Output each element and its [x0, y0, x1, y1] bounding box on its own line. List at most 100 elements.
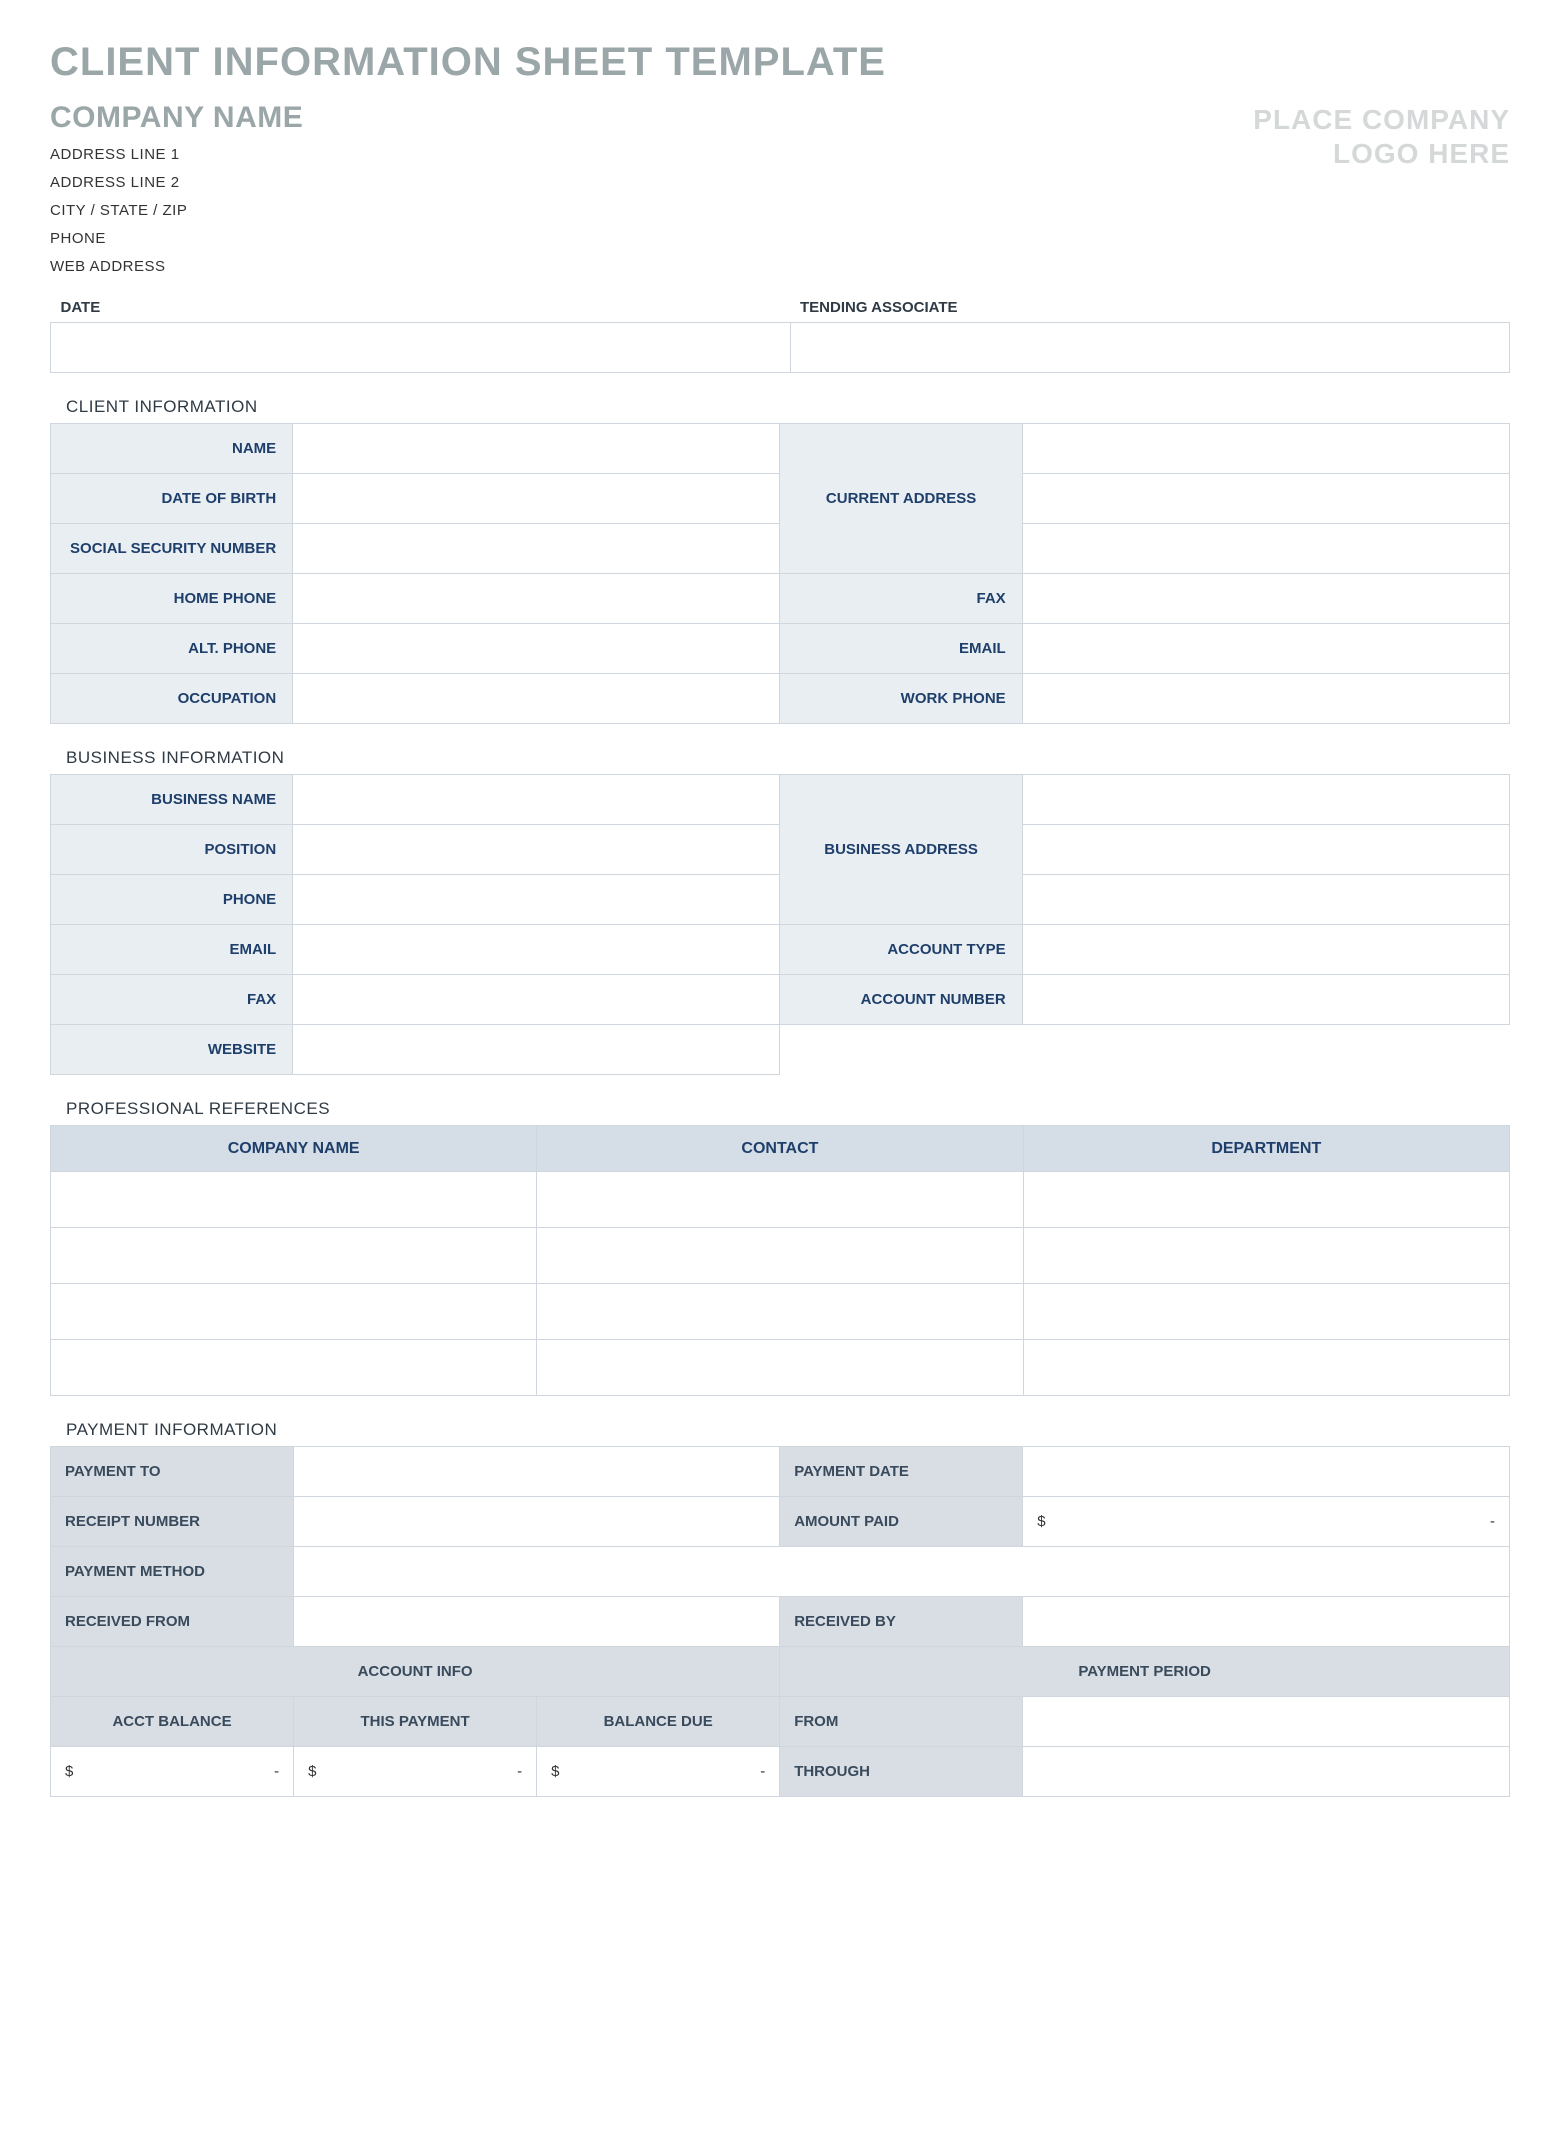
current-address-input-3[interactable]: [1023, 530, 1509, 567]
dob-label: DATE OF BIRTH: [51, 474, 293, 524]
amount-paid-currency: $: [1037, 1513, 1045, 1530]
ref-1-contact[interactable]: [537, 1181, 1022, 1218]
ref-3-department[interactable]: [1024, 1293, 1509, 1330]
ref-1-department[interactable]: [1024, 1181, 1509, 1218]
dob-input[interactable]: [293, 480, 779, 517]
business-address-input-2[interactable]: [1023, 831, 1509, 868]
payment-method-input[interactable]: [294, 1553, 1509, 1590]
business-name-input[interactable]: [293, 781, 779, 818]
date-header: DATE: [51, 299, 791, 323]
fax-input[interactable]: [1023, 580, 1509, 617]
ref-3-contact[interactable]: [537, 1293, 1022, 1330]
payment-date-label: PAYMENT DATE: [780, 1447, 1023, 1497]
home-phone-input[interactable]: [293, 580, 779, 617]
address-line-2: ADDRESS LINE 2: [50, 169, 303, 197]
business-email-label: EMAIL: [51, 925, 293, 975]
current-address-input-2[interactable]: [1023, 480, 1509, 517]
alt-phone-label: ALT. PHONE: [51, 624, 293, 674]
ref-2-company[interactable]: [51, 1237, 536, 1274]
ref-company-header: COMPANY NAME: [51, 1126, 537, 1172]
client-info-section-label: CLIENT INFORMATION: [50, 397, 1510, 417]
website-label: WEBSITE: [51, 1025, 293, 1075]
this-payment-value[interactable]: $-: [294, 1763, 536, 1780]
ref-department-header: DEPARTMENT: [1023, 1126, 1509, 1172]
business-info-section-label: BUSINESS INFORMATION: [50, 748, 1510, 768]
ref-4-contact[interactable]: [537, 1349, 1022, 1386]
ref-4-company[interactable]: [51, 1349, 536, 1386]
business-address-label: BUSINESS ADDRESS: [780, 775, 1022, 925]
received-from-input[interactable]: [294, 1603, 779, 1640]
position-label: POSITION: [51, 825, 293, 875]
business-email-input[interactable]: [293, 931, 779, 968]
references-section-label: PROFESSIONAL REFERENCES: [50, 1099, 1510, 1119]
phone-line: PHONE: [50, 225, 303, 253]
amount-paid-label: AMOUNT PAID: [780, 1497, 1023, 1547]
tending-associate-header: TENDING ASSOCIATE: [790, 299, 1510, 323]
balance-due-label: BALANCE DUE: [537, 1697, 780, 1747]
balance-due-value[interactable]: $-: [537, 1763, 779, 1780]
alt-phone-input[interactable]: [293, 630, 779, 667]
ssn-input[interactable]: [293, 530, 779, 567]
current-address-label: CURRENT ADDRESS: [780, 424, 1022, 574]
home-phone-label: HOME PHONE: [51, 574, 293, 624]
fax-label: FAX: [780, 574, 1022, 624]
business-address-input-3[interactable]: [1023, 881, 1509, 918]
logo-placeholder: PLACE COMPANY LOGO HERE: [1253, 103, 1510, 171]
ssn-label: SOCIAL SECURITY NUMBER: [51, 524, 293, 574]
amount-paid-amount: -: [1490, 1513, 1495, 1530]
ref-2-department[interactable]: [1024, 1237, 1509, 1274]
payment-period-header: PAYMENT PERIOD: [780, 1647, 1510, 1697]
amount-paid-value[interactable]: $ -: [1023, 1513, 1509, 1530]
payment-to-input[interactable]: [294, 1453, 779, 1490]
occupation-label: OCCUPATION: [51, 674, 293, 724]
ref-contact-header: CONTACT: [537, 1126, 1023, 1172]
account-number-label: ACCOUNT NUMBER: [780, 975, 1022, 1025]
current-address-input-1[interactable]: [1023, 430, 1509, 467]
acct-balance-value[interactable]: $-: [51, 1763, 293, 1780]
received-by-input[interactable]: [1023, 1603, 1509, 1640]
received-by-label: RECEIVED BY: [780, 1597, 1023, 1647]
web-line: WEB ADDRESS: [50, 253, 303, 281]
receipt-number-input[interactable]: [294, 1503, 779, 1540]
account-type-input[interactable]: [1023, 931, 1509, 968]
work-phone-label: WORK PHONE: [780, 674, 1022, 724]
business-fax-label: FAX: [51, 975, 293, 1025]
address-line-1: ADDRESS LINE 1: [50, 141, 303, 169]
tending-associate-input[interactable]: [791, 329, 1510, 366]
work-phone-input[interactable]: [1023, 680, 1509, 717]
from-input[interactable]: [1023, 1703, 1509, 1740]
account-type-label: ACCOUNT TYPE: [780, 925, 1022, 975]
website-input[interactable]: [293, 1031, 779, 1068]
business-phone-input[interactable]: [293, 881, 779, 918]
name-input[interactable]: [293, 430, 779, 467]
business-phone-label: PHONE: [51, 875, 293, 925]
ref-4-department[interactable]: [1024, 1349, 1509, 1386]
ref-2-contact[interactable]: [537, 1237, 1022, 1274]
account-number-input[interactable]: [1023, 981, 1509, 1018]
logo-line-1: PLACE COMPANY: [1253, 103, 1510, 137]
client-email-input[interactable]: [1023, 630, 1509, 667]
occupation-input[interactable]: [293, 680, 779, 717]
city-state-zip: CITY / STATE / ZIP: [50, 197, 303, 225]
payment-section-label: PAYMENT INFORMATION: [50, 1420, 1510, 1440]
logo-line-2: LOGO HERE: [1253, 137, 1510, 171]
client-email-label: EMAIL: [780, 624, 1022, 674]
from-label: FROM: [780, 1697, 1023, 1747]
acct-balance-label: ACCT BALANCE: [51, 1697, 294, 1747]
date-input[interactable]: [51, 329, 790, 366]
business-fax-input[interactable]: [293, 981, 779, 1018]
ref-1-company[interactable]: [51, 1181, 536, 1218]
this-payment-label: THIS PAYMENT: [294, 1697, 537, 1747]
receipt-number-label: RECEIPT NUMBER: [51, 1497, 294, 1547]
ref-3-company[interactable]: [51, 1293, 536, 1330]
payment-date-input[interactable]: [1023, 1453, 1509, 1490]
page-title: CLIENT INFORMATION SHEET TEMPLATE: [50, 40, 1510, 85]
payment-to-label: PAYMENT TO: [51, 1447, 294, 1497]
position-input[interactable]: [293, 831, 779, 868]
received-from-label: RECEIVED FROM: [51, 1597, 294, 1647]
company-block: COMPANY NAME ADDRESS LINE 1 ADDRESS LINE…: [50, 101, 303, 281]
business-name-label: BUSINESS NAME: [51, 775, 293, 825]
business-address-input-1[interactable]: [1023, 781, 1509, 818]
through-input[interactable]: [1023, 1753, 1509, 1790]
name-label: NAME: [51, 424, 293, 474]
